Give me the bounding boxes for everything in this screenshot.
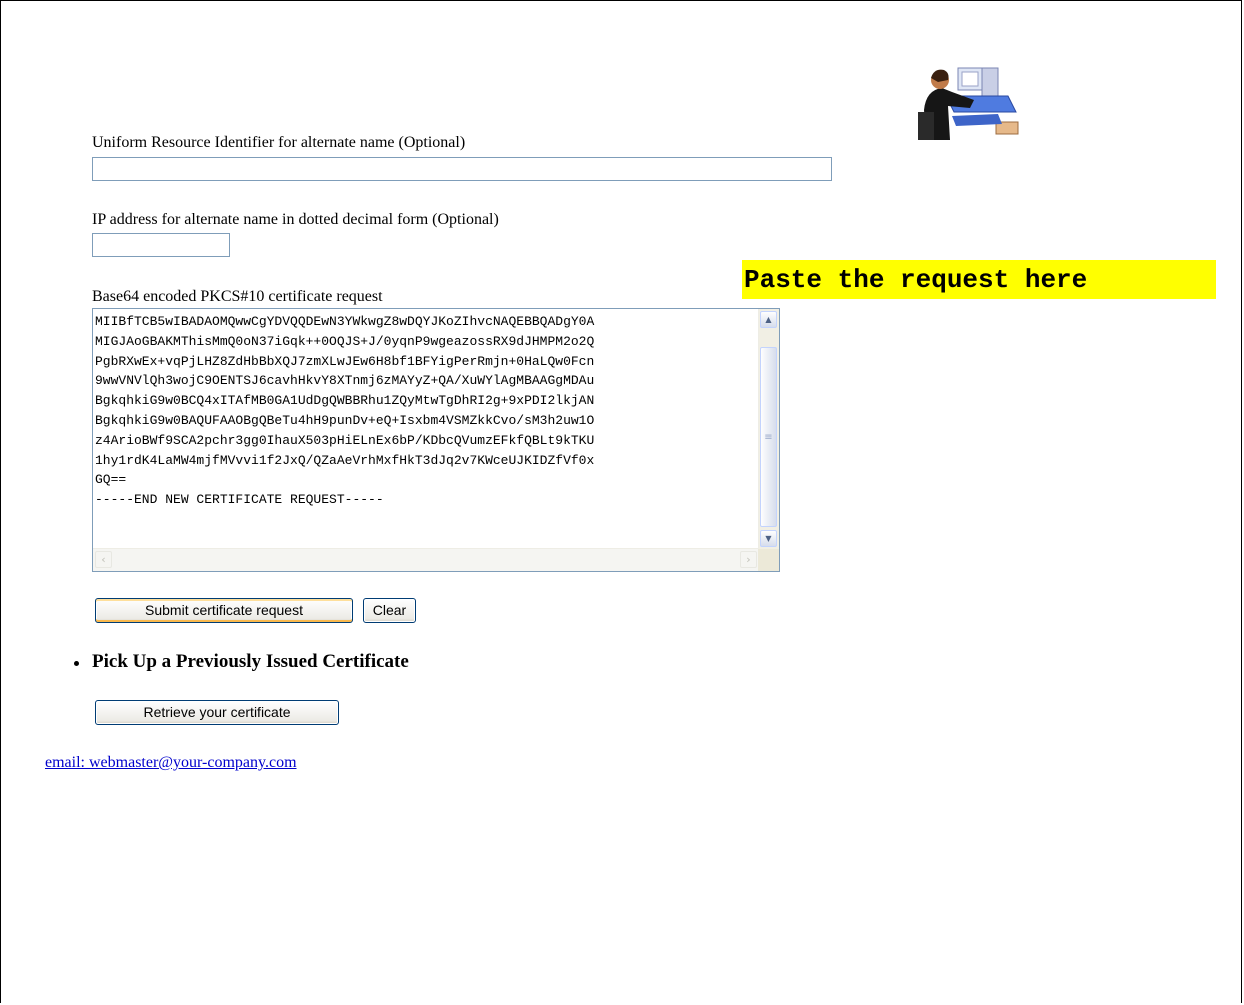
ip-address-label: IP address for alternate name in dotted … bbox=[92, 211, 499, 228]
vertical-scrollbar[interactable]: ▲ ≡ ▼ bbox=[758, 309, 779, 550]
uri-label: Uniform Resource Identifier for alternat… bbox=[92, 134, 466, 151]
scroll-right-arrow-icon[interactable]: › bbox=[740, 551, 757, 568]
webmaster-email-link[interactable]: email: webmaster@your-company.com bbox=[45, 753, 297, 773]
submit-certificate-request-button[interactable]: Submit certificate request bbox=[95, 598, 353, 623]
scroll-up-arrow-icon[interactable]: ▲ bbox=[760, 311, 777, 328]
scroll-left-arrow-icon[interactable]: ‹ bbox=[95, 551, 112, 568]
clear-button[interactable]: Clear bbox=[363, 598, 416, 623]
certificate-request-label: Base64 encoded PKCS#10 certificate reque… bbox=[92, 288, 383, 305]
retrieve-certificate-button[interactable]: Retrieve your certificate bbox=[95, 700, 339, 725]
certificate-request-textarea[interactable]: MIIBfTCB5wIBADAOMQwwCgYDVQQDEwN3YWkwgZ8w… bbox=[92, 308, 780, 572]
scrollbar-corner bbox=[758, 549, 779, 571]
scrollbar-thumb[interactable]: ≡ bbox=[760, 347, 777, 527]
scroll-down-arrow-icon[interactable]: ▼ bbox=[760, 530, 777, 547]
ip-address-input[interactable] bbox=[92, 233, 230, 257]
horizontal-scrollbar[interactable]: ‹ › bbox=[93, 548, 759, 571]
paste-request-callout: Paste the request here bbox=[742, 260, 1216, 299]
computer-user-icon bbox=[918, 67, 1019, 140]
certificate-request-text[interactable]: MIIBfTCB5wIBADAOMQwwCgYDVQQDEwN3YWkwgZ8w… bbox=[93, 309, 759, 549]
pickup-title: Pick Up a Previously Issued Certificate bbox=[92, 651, 409, 672]
uri-input[interactable] bbox=[92, 157, 832, 181]
bullet-icon bbox=[74, 661, 79, 666]
